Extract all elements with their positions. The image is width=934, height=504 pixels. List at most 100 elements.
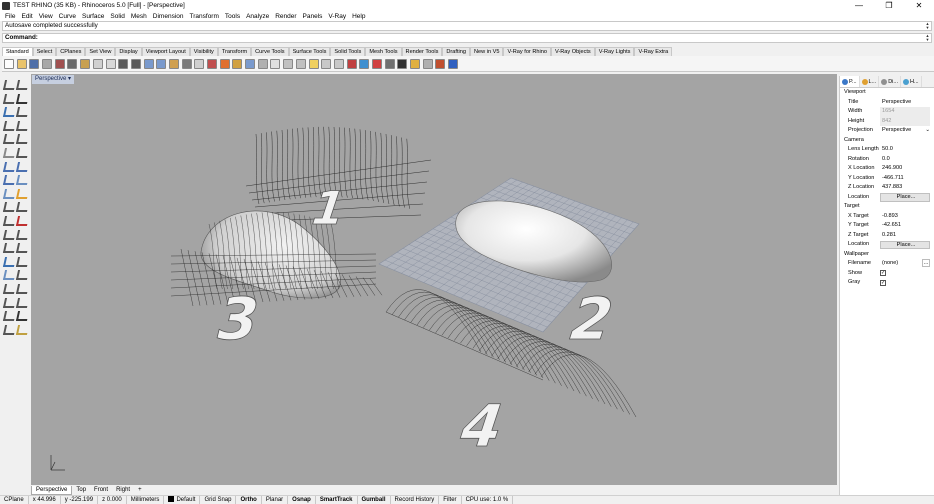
viewport-tab-right[interactable]: Right <box>112 486 134 495</box>
curve-icon[interactable] <box>15 93 30 104</box>
sweep-icon[interactable] <box>15 188 30 199</box>
tab-vray-objects[interactable]: V-Ray Objects <box>550 47 595 56</box>
panel-tab-properties[interactable]: P... <box>840 76 860 87</box>
trim-icon[interactable] <box>2 243 17 254</box>
options-icon[interactable] <box>422 58 433 69</box>
offset-icon[interactable] <box>15 148 30 158</box>
menu-surface[interactable]: Surface <box>79 13 107 20</box>
tab-visibility[interactable]: Visibility <box>189 47 218 56</box>
polyline-icon[interactable] <box>2 93 17 104</box>
tab-new-in-v5[interactable]: New in V5 <box>469 47 504 56</box>
zoom-icon[interactable] <box>156 58 167 69</box>
filename-field[interactable]: (none)... <box>880 259 930 269</box>
tab-vray-for-rhino[interactable]: V-Ray for Rhino <box>503 47 551 56</box>
rectangle-icon[interactable] <box>15 120 30 131</box>
status-layer[interactable]: Default <box>164 495 201 504</box>
help-icon[interactable] <box>448 58 459 69</box>
menu-tools[interactable]: Tools <box>222 13 243 20</box>
split-icon[interactable] <box>15 216 30 226</box>
text-icon[interactable] <box>2 256 17 267</box>
pan-icon[interactable] <box>130 58 141 69</box>
material-icon[interactable] <box>371 58 382 69</box>
points-on-icon[interactable] <box>257 58 268 69</box>
tab-display[interactable]: Display <box>115 47 142 56</box>
scale-icon[interactable] <box>15 284 30 294</box>
tab-vray-lights[interactable]: V-Ray Lights <box>594 47 635 56</box>
polygon-icon[interactable] <box>2 134 17 145</box>
lens-length-field[interactable]: 50.0 <box>880 145 930 155</box>
wireframe-icon[interactable] <box>384 58 395 69</box>
select-icon[interactable] <box>2 80 17 90</box>
undo-view-icon[interactable] <box>207 58 217 69</box>
save-icon[interactable] <box>29 58 40 69</box>
tab-solid-tools[interactable]: Solid Tools <box>330 47 366 56</box>
cplane-icon[interactable] <box>232 58 243 69</box>
close-button[interactable]: ✕ <box>904 0 934 11</box>
tab-mesh-tools[interactable]: Mesh Tools <box>365 47 402 56</box>
gray-checkbox[interactable]: ✓ <box>880 279 886 286</box>
x-location-field[interactable]: 246.900 <box>880 164 930 174</box>
paste-icon[interactable] <box>92 58 103 69</box>
status-osnap[interactable]: Osnap <box>288 495 316 504</box>
extrude-icon[interactable] <box>15 175 30 186</box>
viewport-tab-front[interactable]: Front <box>90 486 112 495</box>
mirror-icon[interactable] <box>2 297 17 308</box>
menu-help[interactable]: Help <box>349 13 368 20</box>
tab-select[interactable]: Select <box>32 47 57 56</box>
shaded-icon[interactable] <box>397 58 408 69</box>
arc-icon[interactable] <box>15 107 30 118</box>
properties-icon[interactable] <box>295 58 306 69</box>
history-scroll-arrows[interactable]: ▲ ▼ <box>924 22 931 30</box>
maximize-button[interactable]: ❐ <box>874 0 904 11</box>
tab-cplanes[interactable]: CPlanes <box>56 47 86 56</box>
light-icon[interactable] <box>308 58 319 69</box>
panel-tab-display[interactable]: Di... <box>879 76 901 87</box>
tab-drafting[interactable]: Drafting <box>442 47 470 56</box>
menu-analyze[interactable]: Analyze <box>243 13 272 20</box>
status-cplane[interactable]: CPlane <box>0 495 29 504</box>
viewport-tab-top[interactable]: Top <box>72 486 90 495</box>
circle-icon[interactable] <box>2 107 17 118</box>
status-grid-snap[interactable]: Grid Snap <box>200 495 237 504</box>
add-viewport-tab-button[interactable]: + <box>134 486 146 495</box>
y-location-field[interactable]: -466.711 <box>880 174 930 184</box>
rotate-view-icon[interactable] <box>143 58 154 69</box>
status-smarttrack[interactable]: SmartTrack <box>316 495 358 504</box>
network-icon[interactable] <box>15 202 30 213</box>
tab-vray-extra[interactable]: V-Ray Extra <box>634 47 673 56</box>
check-icon[interactable] <box>15 311 30 322</box>
point-icon[interactable] <box>15 80 30 90</box>
menu-file[interactable]: File <box>2 13 18 20</box>
dimension-icon[interactable] <box>15 256 30 267</box>
menu-mesh[interactable]: Mesh <box>128 13 150 20</box>
z-location-field[interactable]: 437.883 <box>880 183 930 193</box>
lock-icon[interactable] <box>333 58 344 69</box>
z-target-field[interactable]: 0.281 <box>880 231 930 241</box>
status-planar[interactable]: Planar <box>262 495 289 504</box>
new-file-icon[interactable] <box>4 58 14 69</box>
layer-icon[interactable] <box>283 58 294 69</box>
tab-curve-tools[interactable]: Curve Tools <box>251 47 289 56</box>
camera-place-button[interactable]: Place... <box>880 193 930 202</box>
menu-dimension[interactable]: Dimension <box>150 13 187 20</box>
material-icon[interactable] <box>15 324 30 335</box>
tab-set-view[interactable]: Set View <box>85 47 116 56</box>
sphere-icon[interactable] <box>15 161 30 172</box>
explode-icon[interactable] <box>15 229 30 240</box>
extend-icon[interactable] <box>15 243 30 254</box>
join-icon[interactable] <box>2 229 17 240</box>
target-place-button[interactable]: Place... <box>880 240 930 249</box>
group-icon[interactable] <box>2 311 17 322</box>
x-target-field[interactable]: -0.893 <box>880 212 930 222</box>
freeform-icon[interactable] <box>15 134 30 145</box>
import-icon[interactable] <box>54 58 65 69</box>
status-units[interactable]: Millimeters <box>127 495 165 504</box>
render-icon[interactable] <box>346 58 357 69</box>
tab-render-tools[interactable]: Render Tools <box>401 47 443 56</box>
cylinder-icon[interactable] <box>2 175 17 186</box>
cut-icon[interactable] <box>67 58 78 69</box>
viewport-title-label[interactable]: Perspective ▾ <box>32 75 75 84</box>
rotate-icon[interactable] <box>15 297 30 308</box>
y-target-field[interactable]: -42.651 <box>880 221 930 231</box>
panel-tab-layers[interactable]: L... <box>860 76 880 87</box>
